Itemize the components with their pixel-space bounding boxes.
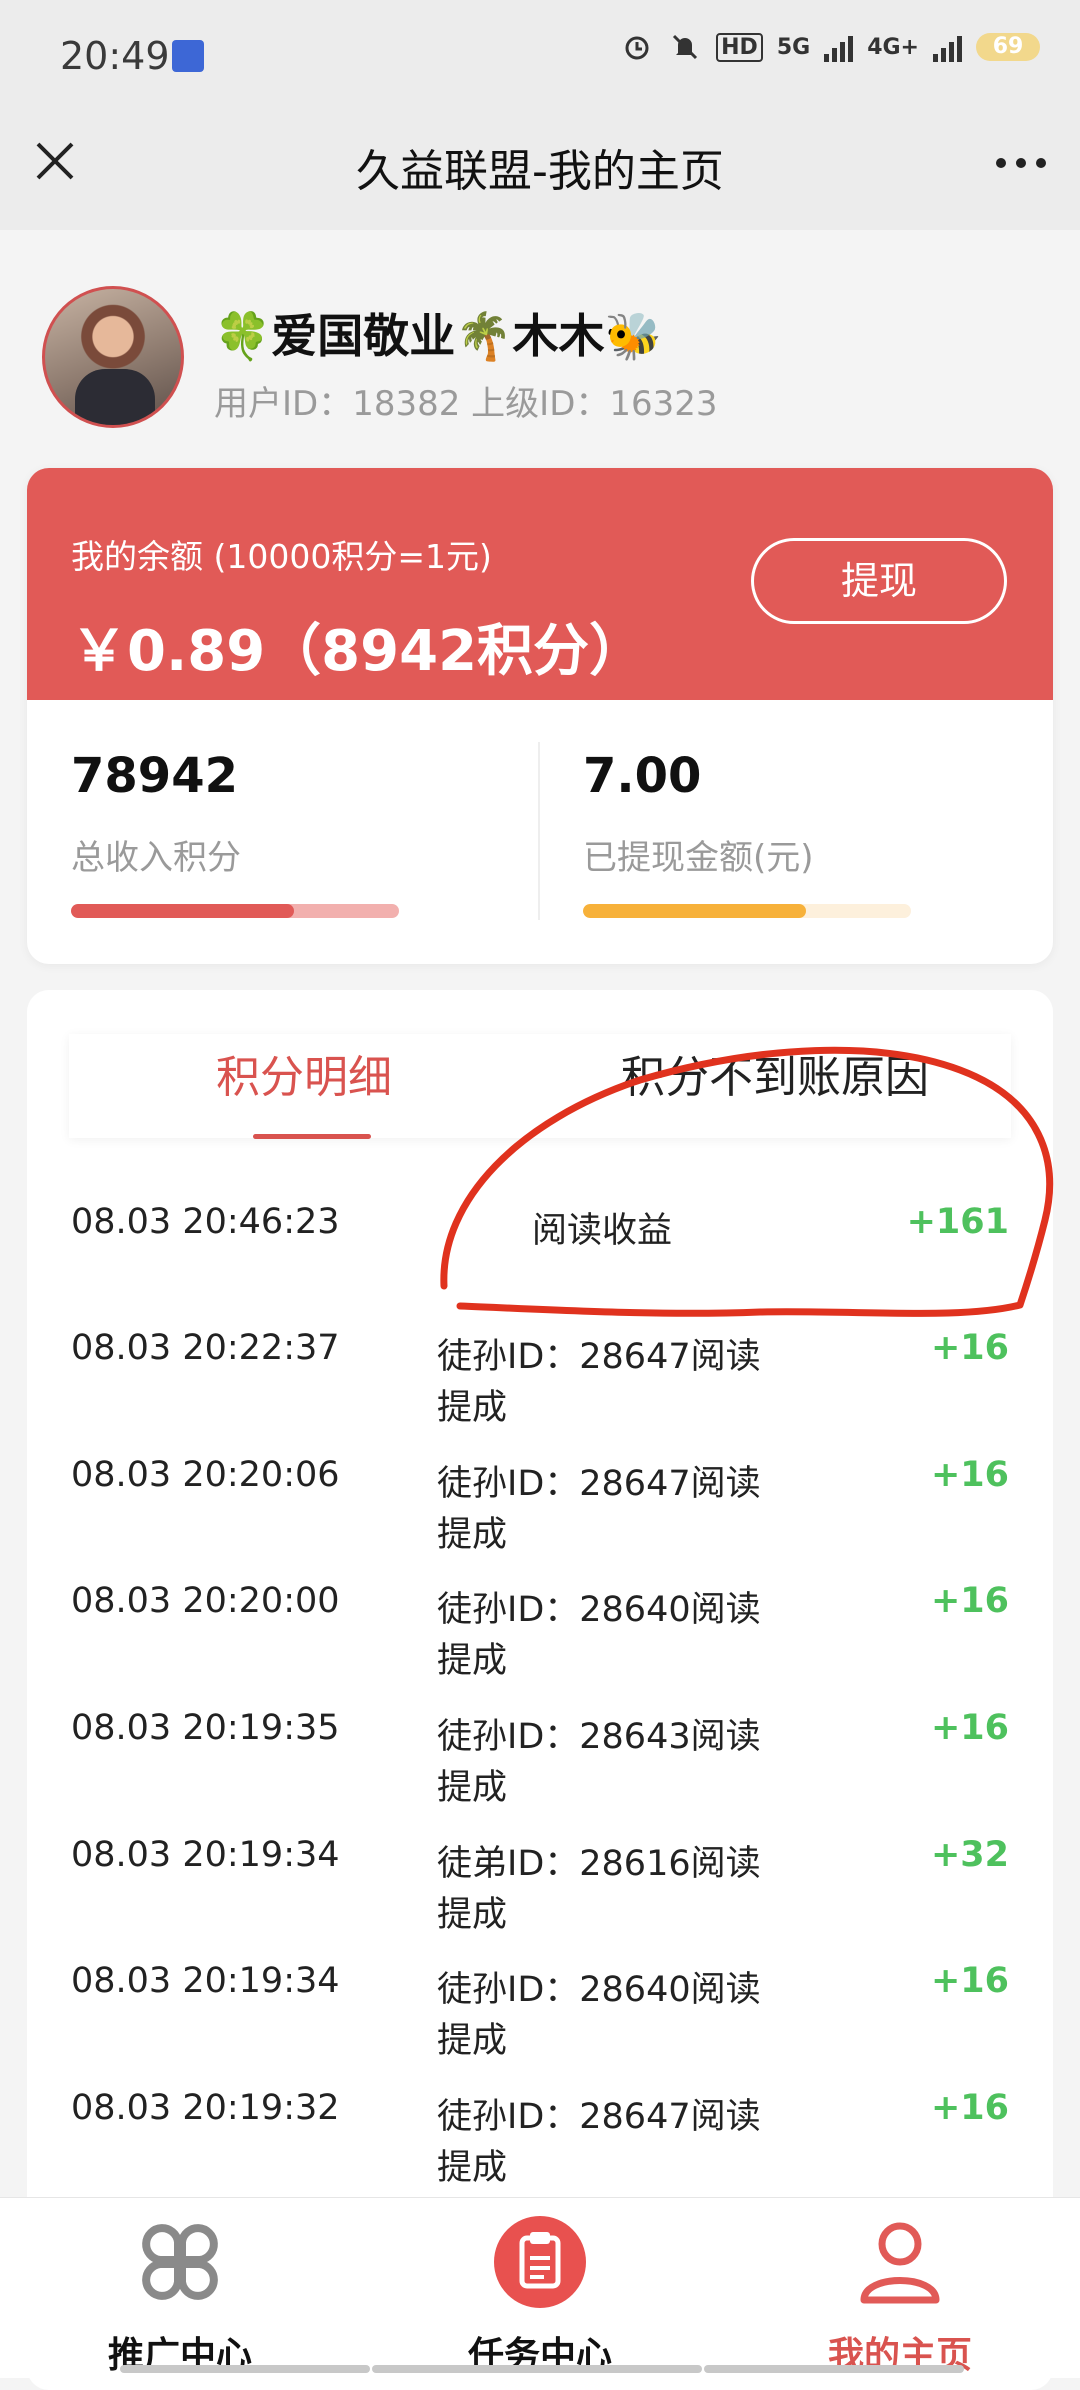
page-title: 久益联盟-我的主页 [356, 146, 724, 197]
withdrawn-value: 7.00 [583, 748, 702, 804]
status-icons: HD 5G 4G+ 69 [620, 30, 1040, 64]
mute-icon [668, 30, 702, 64]
record-time: 08.03 20:20:00 [71, 1581, 340, 1621]
record-time: 08.03 20:19:34 [71, 1961, 340, 2001]
record-amount: +16 [930, 1328, 1009, 1368]
tab-bar: 积分明细 积分不到账原因 [69, 1034, 1011, 1138]
record-row[interactable]: 08.03 20:19:35 徒孙ID：28643阅读提成 +16 [27, 1668, 1053, 1808]
nav-task-center[interactable]: 任务中心 [360, 2198, 720, 2378]
clover-icon [142, 2224, 218, 2300]
total-income-progress-fill [71, 904, 295, 918]
status-time: 20:49 [60, 34, 170, 78]
total-income-label: 总收入积分 [71, 838, 241, 878]
signal-icon [824, 32, 854, 62]
clipboard-icon [494, 2216, 586, 2308]
record-row[interactable]: 08.03 20:20:06 徒孙ID：28647阅读提成 +16 [27, 1415, 1053, 1555]
total-income-progress [71, 904, 399, 918]
record-row[interactable]: 08.03 20:19:34 徒孙ID：28640阅读提成 +16 [27, 1921, 1053, 2061]
record-amount: +16 [930, 1708, 1009, 1748]
record-row[interactable]: 08.03 20:19:32 徒孙ID：28647阅读提成 +16 [27, 2048, 1053, 2188]
record-amount: +161 [906, 1202, 1009, 1242]
more-icon[interactable] [996, 158, 1046, 168]
tab-active-indicator [253, 1134, 371, 1139]
balance-value: ￥0.89（8942积分） [71, 619, 646, 684]
record-time: 08.03 20:19:35 [71, 1708, 340, 1748]
avatar[interactable] [42, 286, 184, 428]
record-row[interactable]: 08.03 20:20:00 徒孙ID：28640阅读提成 +16 [27, 1541, 1053, 1681]
record-row[interactable]: 08.03 20:46:23 阅读收益 +161 [27, 1162, 1053, 1288]
withdrawn-stat: 7.00 已提现金额(元) [583, 748, 814, 879]
withdrawn-progress [583, 904, 911, 918]
gesture-bar [704, 2365, 964, 2373]
signal-icon-2 [933, 32, 962, 62]
points-detail-card: 积分明细 积分不到账原因 08.03 20:46:23 阅读收益 +161 08… [27, 990, 1053, 2390]
total-income-stat: 78942 总收入积分 [71, 748, 241, 879]
record-amount: +32 [930, 1835, 1009, 1875]
profile-ids: 用户ID：18382 上级ID：16323 [214, 384, 718, 424]
record-time: 08.03 20:19:32 [71, 2088, 340, 2128]
balance-header: 我的余额 (10000积分=1元) ￥0.89（8942积分） 提现 [27, 468, 1053, 700]
withdrawn-progress-fill [583, 904, 807, 918]
record-time: 08.03 20:22:37 [71, 1328, 340, 1368]
record-row[interactable]: 08.03 20:22:37 徒孙ID：28647阅读提成 +16 [27, 1288, 1053, 1428]
bottom-nav: 推广中心 任务中心 我的主页 [0, 2197, 1080, 2378]
record-amount: +16 [930, 2088, 1009, 2128]
user-icon [860, 2222, 940, 2304]
total-income-value: 78942 [71, 748, 238, 804]
withdraw-button[interactable]: 提现 [751, 538, 1007, 624]
gesture-bar [120, 2365, 370, 2373]
profile-name: 🍀爱国敬业🌴木木🐝 [214, 309, 662, 363]
record-time: 08.03 20:20:06 [71, 1455, 340, 1495]
balance-card: 我的余额 (10000积分=1元) ￥0.89（8942积分） 提现 78942… [27, 468, 1053, 964]
battery-icon: 69 [976, 33, 1040, 61]
app-notification-icon [172, 40, 204, 72]
record-desc: 徒孙ID：28647阅读提成 [437, 2097, 761, 2188]
record-amount: +16 [930, 1455, 1009, 1495]
gesture-bar [372, 2365, 702, 2373]
hd-icon: HD [716, 32, 763, 62]
alarm-icon [620, 30, 654, 64]
record-row[interactable]: 08.03 20:19:34 徒弟ID：28616阅读提成 +32 [27, 1795, 1053, 1935]
balance-label: 我的余额 (10000积分=1元) [71, 537, 492, 576]
record-amount: +16 [930, 1961, 1009, 2001]
record-desc: 阅读收益 [531, 1211, 672, 1251]
nav-promotion-center[interactable]: 推广中心 [0, 2198, 360, 2378]
nav-my-homepage[interactable]: 我的主页 [720, 2198, 1080, 2378]
record-time: 08.03 20:19:34 [71, 1835, 340, 1875]
network-5g-label: 5G [776, 34, 811, 60]
stats-divider [538, 742, 540, 920]
withdrawn-label: 已提现金额(元) [583, 838, 814, 878]
record-time: 08.03 20:46:23 [71, 1202, 340, 1242]
network-4g-label: 4G+ [867, 34, 919, 60]
tab-points-detail[interactable]: 积分明细 [69, 1034, 539, 1138]
tab-points-missing-reason[interactable]: 积分不到账原因 [539, 1034, 1011, 1138]
record-amount: +16 [930, 1581, 1009, 1621]
